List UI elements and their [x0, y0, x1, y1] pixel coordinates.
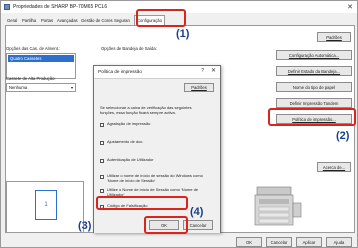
preview-page: 1	[35, 190, 57, 220]
dialog-title: Política de impressão	[98, 69, 142, 74]
exit-select-value: Nenhuma	[9, 85, 28, 90]
checkbox[interactable]	[100, 175, 104, 179]
preview-page-number: 1	[44, 202, 48, 208]
tray-options-label: Opções de Bandeja de Saída:	[101, 46, 157, 51]
tab-security[interactable]: Seguran	[112, 17, 132, 25]
callout-4: (4)	[190, 206, 204, 218]
tab-advanced[interactable]: Avançadas	[55, 17, 80, 25]
checkbox[interactable]	[100, 141, 104, 145]
paper-name-button[interactable]: Nome do tipo de papel	[276, 82, 352, 92]
highlight-policy-button	[268, 108, 356, 126]
tab-general[interactable]: Geral	[5, 17, 19, 25]
callout-3: (3)	[78, 220, 92, 232]
window-title: Propriedades de SHARP BP-70M65 PCL6	[13, 4, 108, 10]
dialog-description: Se seleccionar a caixa de verificação da…	[100, 105, 192, 115]
chevron-down-icon: ▾	[70, 85, 73, 90]
exit-label: Cassete de Alta Produção:	[6, 76, 56, 81]
checkbox-label: Autenticação de Utilizador	[107, 157, 154, 162]
tandem-print-button[interactable]: Definir Impressão Tandem	[276, 98, 352, 108]
page-preview: 1	[6, 181, 84, 233]
printer-icon	[4, 4, 10, 10]
feed-options-label: Opções das Cas. de Alment.:	[6, 46, 61, 51]
help-icon[interactable]: ?	[201, 68, 204, 74]
about-button[interactable]: Acerca de...	[317, 162, 351, 172]
apply-button[interactable]: Aplicar	[296, 237, 322, 247]
help-button[interactable]: Ajuda	[326, 237, 352, 247]
copier-icon	[254, 186, 302, 226]
checkbox-label: Ajustamento de doc.	[107, 139, 144, 144]
exit-select[interactable]: Nenhuma ▾	[6, 83, 76, 92]
checkbox-label: Agrafação de impressão	[107, 121, 151, 126]
tray-status-button[interactable]: Definir Estado da Bandeja...	[276, 66, 352, 76]
feed-options-selected[interactable]: Quatro Cassetes	[8, 55, 74, 62]
callout-2: (2)	[336, 130, 350, 142]
dialog-standards-button[interactable]: Padrões	[184, 83, 214, 92]
checkbox[interactable]	[100, 159, 104, 163]
tab-sharing[interactable]: Partilha	[20, 17, 38, 25]
checkbox[interactable]	[100, 123, 104, 127]
cancel-button[interactable]: Cancelar	[266, 237, 292, 247]
close-icon[interactable]: ✕	[211, 67, 216, 74]
highlight-checkbox	[96, 196, 188, 210]
auto-config-button[interactable]: Configuração Automática...	[276, 50, 352, 60]
tab-color-management[interactable]: Gestão de Cores	[79, 17, 115, 25]
highlight-ok-button	[144, 216, 188, 234]
callout-1: (1)	[176, 28, 190, 40]
ok-button[interactable]: OK	[236, 237, 262, 247]
checkbox[interactable]	[100, 189, 104, 193]
standards-button[interactable]: Padrões	[317, 32, 351, 42]
checkbox-label: Utilizar o nome de início de sessão do W…	[107, 173, 203, 183]
tab-ports[interactable]: Portas	[39, 17, 55, 25]
highlight-config-tab	[136, 9, 186, 27]
close-icon[interactable]: ✕	[347, 3, 353, 11]
